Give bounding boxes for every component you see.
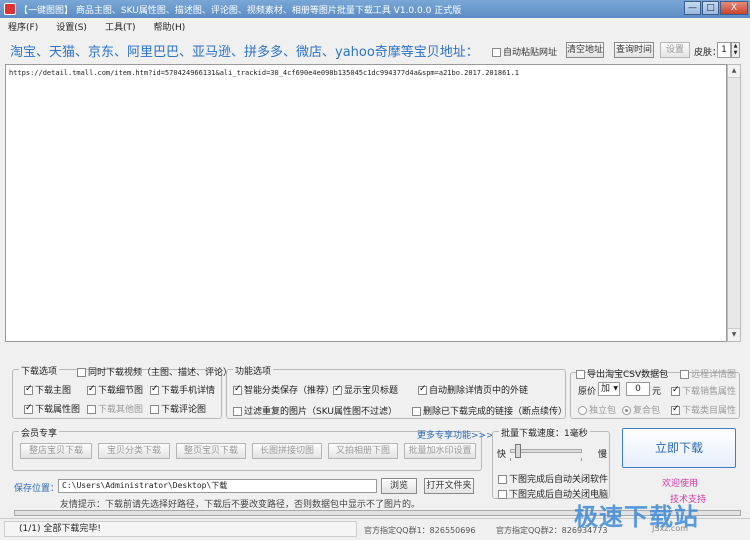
welcome-text: 欢迎使用	[662, 479, 699, 489]
price-unit-label: 元	[652, 387, 662, 397]
download-options-title: 下载选项	[19, 364, 60, 377]
menu-help[interactable]: 帮助(H)	[153, 20, 185, 33]
vip-title: 会员专享	[19, 426, 60, 439]
download-review-checkbox[interactable]: 下载评论图	[150, 402, 206, 415]
close-software-checkbox[interactable]: 下图完成后自动关闭软件	[498, 472, 608, 485]
download-detail-checkbox[interactable]: 下载细节图	[87, 383, 143, 396]
save-path-input[interactable]: C:\Users\Administrator\Desktop\下载	[58, 479, 377, 493]
download-main-checkbox[interactable]: 下载主图	[24, 383, 71, 396]
friendly-tip: 友情提示：下载前请先选择好路径，下载后不要改变路径，否则数据包中显示不了图片的。	[60, 500, 421, 510]
browse-button[interactable]: 浏览	[381, 478, 417, 494]
export-csv-checkbox[interactable]: 导出淘宝CSV数据包	[576, 367, 668, 380]
app-icon	[4, 3, 16, 15]
page-download-button[interactable]: 整页宝贝下载	[176, 443, 246, 459]
speed-fast-label: 快	[497, 450, 507, 460]
url-textarea[interactable]: https://detail.tmall.com/item.htm?id=570…	[5, 64, 727, 342]
title-bar: 【一键图图】 商品主图、SKU属性图、描述图、评论图、视频素材、相册等图片批量下…	[0, 0, 750, 18]
address-title: 淘宝、天猫、京东、阿里巴巴、亚马逊、拼多多、微店、yahoo奇摩等宝贝地址：	[10, 45, 479, 60]
close-button[interactable]: X	[720, 1, 748, 15]
scroll-down-icon[interactable]: ▼	[728, 328, 740, 341]
address-row: 淘宝、天猫、京东、阿里巴巴、亚马逊、拼多多、微店、yahoo奇摩等宝贝地址： 自…	[0, 38, 750, 62]
url-scrollbar[interactable]: ▲ ▼	[727, 64, 741, 342]
qq-group-1: 官方指定QQ群1：826550696	[364, 526, 476, 535]
price-operator-select[interactable]: 加 ▼	[598, 382, 620, 396]
skin-spinner[interactable]: ▲ ▼	[731, 42, 740, 58]
speed-slow-label: 慢	[598, 450, 608, 460]
custom-attr-checkbox[interactable]: 下载类目属性	[671, 403, 736, 416]
merge-package-radio[interactable]: 复合包	[622, 403, 660, 416]
sales-attr-checkbox[interactable]: 下载销售属性	[671, 384, 736, 397]
price-label: 原价	[578, 387, 597, 397]
open-folder-button[interactable]: 打开文件夹	[424, 478, 474, 494]
single-package-radio[interactable]: 独立包	[578, 403, 616, 416]
menu-program[interactable]: 程序(F)	[8, 20, 38, 33]
download-other-checkbox[interactable]: 下载其他图	[87, 402, 143, 415]
save-location-label: 保存位置：	[14, 484, 60, 494]
shop-download-button[interactable]: 整店宝贝下载	[20, 443, 92, 459]
download-attr-checkbox[interactable]: 下载属性图	[24, 402, 80, 415]
download-video-checkbox[interactable]: 同时下载视频（主图、描述、评论）	[77, 365, 232, 378]
clear-address-button[interactable]: 清空地址	[566, 42, 604, 58]
delete-done-checkbox[interactable]: 删除已下载完成的链接（断点续传）	[412, 404, 567, 417]
menu-bar: 程序(F) 设置(S) 工具(T) 帮助(H)	[0, 18, 750, 34]
long-image-button[interactable]: 长图拼接切图	[252, 443, 322, 459]
status-message: (1/1) 全部下载完毕!	[4, 521, 357, 537]
function-options-title: 功能选项	[233, 364, 274, 377]
remote-detail-checkbox[interactable]: 远程详情图	[680, 367, 736, 380]
watermark-settings-button[interactable]: 批量加水印设置	[404, 443, 476, 459]
menu-tools[interactable]: 工具(T)	[105, 20, 136, 33]
download-now-button[interactable]: 立即下载	[622, 428, 736, 468]
filter-duplicate-checkbox[interactable]: 过滤重复的图片（SKU属性图不过滤）	[233, 404, 397, 417]
window-title: 【一键图图】 商品主图、SKU属性图、描述图、评论图、视频素材、相册等图片批量下…	[19, 5, 462, 16]
watermark-url: JSxz.com	[652, 524, 688, 533]
maximize-button[interactable]: □	[702, 1, 719, 15]
skin-input[interactable]: 1	[717, 42, 731, 58]
query-time-button[interactable]: 查询时间	[614, 42, 654, 58]
speed-slider-thumb[interactable]	[515, 444, 521, 458]
download-mobile-checkbox[interactable]: 下载手机详情	[150, 383, 215, 396]
smart-save-checkbox[interactable]: 智能分类保存（推荐）	[233, 383, 334, 396]
price-value-input[interactable]: 0	[626, 382, 650, 396]
show-title-checkbox[interactable]: 显示宝贝标题	[333, 383, 398, 396]
minimize-button[interactable]: —	[684, 1, 701, 15]
speed-slider-ticks	[510, 458, 582, 461]
scroll-up-icon[interactable]: ▲	[728, 65, 740, 78]
category-download-button[interactable]: 宝贝分类下载	[98, 443, 170, 459]
speed-title: 批量下载速度：1毫秒	[499, 426, 590, 439]
checkbox-icon	[492, 48, 501, 57]
more-features-link[interactable]: 更多专享功能>>>	[417, 428, 494, 441]
menu-settings[interactable]: 设置(S)	[56, 20, 87, 33]
auto-paste-label: 自动粘贴网址	[503, 48, 558, 58]
upyun-download-button[interactable]: 又拍相册下图	[328, 443, 398, 459]
settings-button[interactable]: 设置	[660, 42, 690, 58]
auto-paste-checkbox[interactable]: 自动粘贴网址	[492, 45, 557, 58]
auto-delete-link-checkbox[interactable]: 自动删除详情页中的外链	[418, 383, 528, 396]
